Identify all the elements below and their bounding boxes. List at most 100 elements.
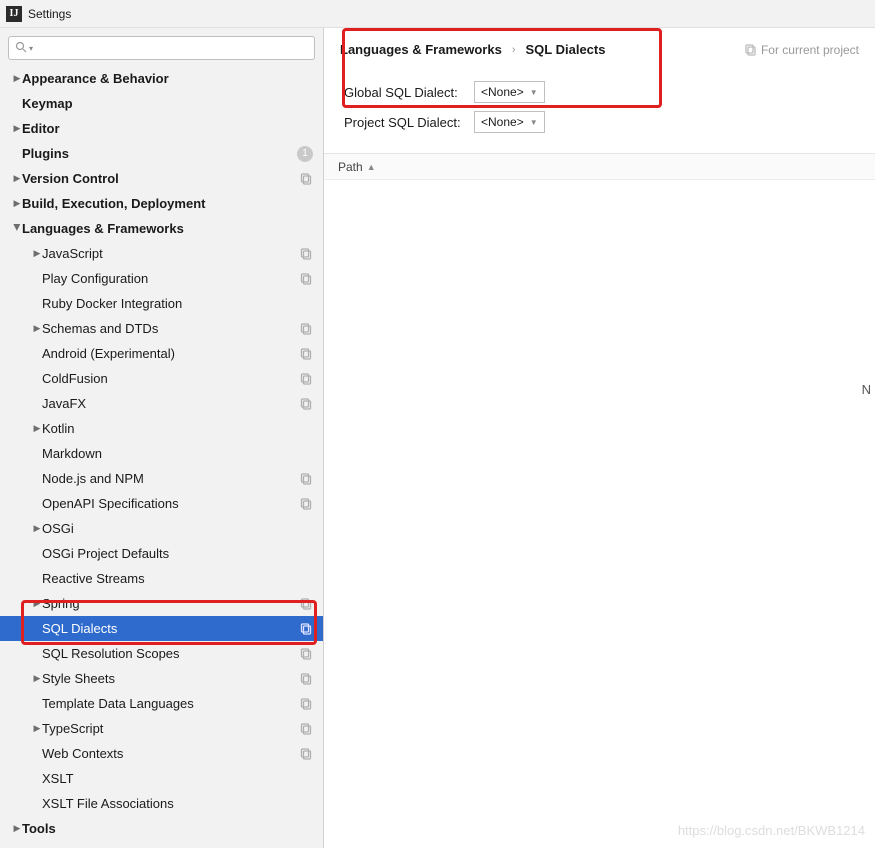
tree-item[interactable]: ▶Style Sheets	[0, 666, 323, 691]
tree-item-label: Web Contexts	[42, 746, 299, 761]
chevron-right-icon: ▶	[12, 123, 22, 134]
project-scope-icon	[299, 622, 313, 636]
tree-item[interactable]: ▶Spring	[0, 591, 323, 616]
chevron-right-icon: ▶	[32, 323, 42, 334]
sidebar: ▾ ▶Appearance & BehaviorKeymap▶EditorPlu…	[0, 28, 324, 848]
project-scope-icon	[299, 472, 313, 486]
chevron-right-icon: ▶	[32, 673, 42, 684]
project-scope-icon	[299, 722, 313, 736]
tree-item[interactable]: ▶Kotlin	[0, 416, 323, 441]
chevron-down-icon: ▼	[530, 88, 538, 97]
tree-item[interactable]: Play Configuration	[0, 266, 323, 291]
project-scope-icon	[743, 43, 757, 57]
tree-item-label: Tools	[22, 821, 313, 836]
tree-item[interactable]: Web Contexts	[0, 741, 323, 766]
tree-item-label: ColdFusion	[42, 371, 299, 386]
tree-item-label: Plugins	[22, 146, 297, 161]
tree-item[interactable]: SQL Resolution Scopes	[0, 641, 323, 666]
chevron-right-icon: ▶	[32, 423, 42, 434]
right-edge-letter: N	[862, 382, 871, 397]
project-scope-icon	[299, 247, 313, 261]
project-scope-icon	[299, 672, 313, 686]
window-title: Settings	[28, 7, 71, 21]
tree-item[interactable]: ▶Version Control	[0, 166, 323, 191]
tree-item-label: XSLT	[42, 771, 313, 786]
path-column-header[interactable]: Path ▲	[324, 154, 875, 180]
tree-item-label: OSGi	[42, 521, 313, 536]
tree-item[interactable]: ▶Schemas and DTDs	[0, 316, 323, 341]
search-input[interactable]: ▾	[8, 36, 315, 60]
global-dialect-label: Global SQL Dialect:	[344, 85, 474, 100]
project-scope-icon	[299, 172, 313, 186]
tree-item[interactable]: ▶Tools	[0, 816, 323, 841]
sort-ascending-icon: ▲	[367, 162, 376, 172]
tree-item[interactable]: ▶OSGi	[0, 516, 323, 541]
tree-item[interactable]: OpenAPI Specifications	[0, 491, 323, 516]
tree-item[interactable]: OSGi Project Defaults	[0, 541, 323, 566]
project-scope-icon	[299, 497, 313, 511]
tree-item[interactable]: XSLT File Associations	[0, 791, 323, 816]
chevron-right-icon: ▶	[12, 198, 22, 209]
tree-item-label: SQL Dialects	[42, 621, 299, 636]
chevron-right-icon: ▶	[32, 598, 42, 609]
tree-item[interactable]: Markdown	[0, 441, 323, 466]
breadcrumb: Languages & Frameworks › SQL Dialects Fo…	[324, 28, 875, 67]
tree-item[interactable]: Ruby Docker Integration	[0, 291, 323, 316]
tree-item-label: Spring	[42, 596, 299, 611]
global-dialect-row: Global SQL Dialect: <None> ▼	[344, 77, 855, 107]
global-dialect-dropdown[interactable]: <None> ▼	[474, 81, 545, 103]
tree-item[interactable]: Keymap	[0, 91, 323, 116]
project-dialect-label: Project SQL Dialect:	[344, 115, 474, 130]
app-icon: IJ	[6, 6, 22, 22]
tree-item-label: XSLT File Associations	[42, 796, 313, 811]
tree-item[interactable]: Node.js and NPM	[0, 466, 323, 491]
tree-item-label: OpenAPI Specifications	[42, 496, 299, 511]
tree-item[interactable]: ▶Appearance & Behavior	[0, 66, 323, 91]
project-scope-icon	[299, 372, 313, 386]
tree-item-label: Markdown	[42, 446, 313, 461]
project-scope-icon	[299, 747, 313, 761]
tree-item-label: Keymap	[22, 96, 313, 111]
search-options-dropdown-icon[interactable]: ▾	[29, 44, 33, 53]
count-badge: 1	[297, 146, 313, 162]
chevron-right-icon: ▶	[32, 723, 42, 734]
tree-item[interactable]: ▶TypeScript	[0, 716, 323, 741]
project-scope-icon	[299, 272, 313, 286]
tree-item[interactable]: ▶Build, Execution, Deployment	[0, 191, 323, 216]
tree-item-label: TypeScript	[42, 721, 299, 736]
tree-item-label: Appearance & Behavior	[22, 71, 313, 86]
chevron-right-icon: ▶	[12, 823, 22, 834]
tree-item[interactable]: SQL Dialects	[0, 616, 323, 641]
chevron-right-icon: ▶	[32, 248, 42, 259]
tree-item-label: Ruby Docker Integration	[42, 296, 313, 311]
tree-item[interactable]: JavaFX	[0, 391, 323, 416]
tree-item[interactable]: ▶Languages & Frameworks	[0, 216, 323, 241]
dialect-settings: Global SQL Dialect: <None> ▼ Project SQL…	[324, 67, 875, 154]
tree-item[interactable]: Reactive Streams	[0, 566, 323, 591]
breadcrumb-current: SQL Dialects	[526, 42, 606, 57]
scope-indicator: For current project	[743, 43, 859, 57]
tree-item[interactable]: XSLT	[0, 766, 323, 791]
tree-item-label: Editor	[22, 121, 313, 136]
project-dialect-dropdown[interactable]: <None> ▼	[474, 111, 545, 133]
path-header-label: Path	[338, 160, 363, 174]
search-icon	[15, 41, 27, 56]
tree-item[interactable]: ▶Editor	[0, 116, 323, 141]
tree-item-label: Template Data Languages	[42, 696, 299, 711]
tree-item[interactable]: ▶JavaScript	[0, 241, 323, 266]
chevron-down-icon: ▶	[12, 223, 23, 233]
tree-item[interactable]: Template Data Languages	[0, 691, 323, 716]
settings-tree: ▶Appearance & BehaviorKeymap▶EditorPlugi…	[0, 66, 323, 848]
tree-item-label: SQL Resolution Scopes	[42, 646, 299, 661]
chevron-right-icon: ›	[512, 44, 516, 56]
chevron-right-icon: ▶	[12, 173, 22, 184]
project-scope-icon	[299, 397, 313, 411]
tree-item[interactable]: ColdFusion	[0, 366, 323, 391]
main-area: ▾ ▶Appearance & BehaviorKeymap▶EditorPlu…	[0, 28, 875, 848]
breadcrumb-parent[interactable]: Languages & Frameworks	[340, 42, 502, 57]
tree-item[interactable]: Android (Experimental)	[0, 341, 323, 366]
chevron-down-icon: ▼	[530, 118, 538, 127]
project-scope-icon	[299, 647, 313, 661]
tree-item-label: Languages & Frameworks	[22, 221, 313, 236]
tree-item[interactable]: Plugins1	[0, 141, 323, 166]
